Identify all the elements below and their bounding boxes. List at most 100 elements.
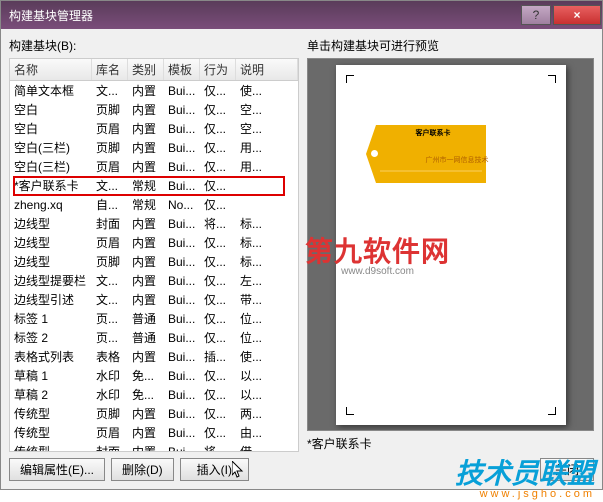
table-cell: 页脚 — [92, 139, 128, 156]
crop-mark-tr — [548, 75, 556, 83]
building-blocks-table[interactable]: 名称 库名 类别 模板 行为 说明 简单文本框文...内置Bui...仅...使… — [9, 58, 299, 452]
table-cell: 仅... — [200, 272, 236, 289]
table-cell: Bui... — [164, 84, 200, 98]
table-cell: 封面 — [92, 215, 128, 232]
table-cell: 标签 1 — [10, 310, 92, 327]
table-cell: Bui... — [164, 122, 200, 136]
help-button[interactable]: ? — [521, 5, 551, 25]
table-row[interactable]: 草稿 2水印免...Bui...仅...以... — [10, 385, 298, 404]
table-cell: 仅... — [200, 310, 236, 327]
delete-button[interactable]: 删除(D) — [111, 458, 174, 481]
edit-properties-button[interactable]: 编辑属性(E)... — [9, 458, 105, 481]
table-row[interactable]: 边线型页脚内置Bui...仅...标... — [10, 252, 298, 271]
table-header-row: 名称 库名 类别 模板 行为 说明 — [10, 59, 298, 81]
table-row[interactable]: *客户联系卡文...常规Bui...仅... — [10, 176, 298, 195]
table-cell: 页脚 — [92, 405, 128, 422]
table-row[interactable]: 传统型页眉内置Bui...仅...由... — [10, 423, 298, 442]
table-cell: Bui... — [164, 274, 200, 288]
table-cell: 内置 — [128, 348, 164, 365]
table-cell: Bui... — [164, 141, 200, 155]
table-row[interactable]: 表格式列表表格内置Bui...插...使... — [10, 347, 298, 366]
preview-label: 单击构建基块可进行预览 — [307, 37, 594, 54]
table-cell: 仅... — [200, 120, 236, 137]
table-row[interactable]: 边线型封面内置Bui...将...标... — [10, 214, 298, 233]
table-row[interactable]: 边线型引述文...内置Bui...仅...带... — [10, 290, 298, 309]
table-cell: 内置 — [128, 101, 164, 118]
insert-button-label: 插入(I) — [197, 463, 232, 477]
table-row[interactable]: 传统型封面内置Bui...将...借... — [10, 442, 298, 452]
table-cell: 草稿 2 — [10, 386, 92, 403]
table-cell: 空白 — [10, 120, 92, 137]
table-cell: 位... — [236, 310, 298, 327]
table-row[interactable]: 空白页脚内置Bui...仅...空... — [10, 100, 298, 119]
table-cell: 文... — [92, 177, 128, 194]
table-cell: 页脚 — [92, 101, 128, 118]
table-row[interactable]: 简单文本框文...内置Bui...仅...使... — [10, 81, 298, 100]
table-row[interactable]: 空白(三栏)页脚内置Bui...仅...用... — [10, 138, 298, 157]
table-cell: 空白(三栏) — [10, 139, 92, 156]
table-cell: 内置 — [128, 158, 164, 175]
table-cell: 普通 — [128, 329, 164, 346]
col-name[interactable]: 名称 — [10, 59, 92, 80]
table-cell: 内置 — [128, 139, 164, 156]
table-row[interactable]: 空白(三栏)页眉内置Bui...仅...用... — [10, 157, 298, 176]
table-cell: 将... — [200, 443, 236, 452]
table-cell: 仅... — [200, 405, 236, 422]
table-cell: Bui... — [164, 103, 200, 117]
table-cell: 带... — [236, 291, 298, 308]
table-cell: 仅... — [200, 367, 236, 384]
table-cell: Bui... — [164, 160, 200, 174]
table-cell: 仅... — [200, 424, 236, 441]
close-window-button[interactable]: × — [553, 5, 601, 25]
table-cell: 仅... — [200, 234, 236, 251]
table-cell: 仅... — [200, 139, 236, 156]
tag-title: 客户联系卡 — [416, 128, 451, 138]
table-cell: 空白 — [10, 101, 92, 118]
table-row[interactable]: 草稿 1水印免...Bui...仅...以... — [10, 366, 298, 385]
table-cell: 空... — [236, 120, 298, 137]
table-row[interactable]: 边线型提要栏文...内置Bui...仅...左... — [10, 271, 298, 290]
table-cell: 仅... — [200, 291, 236, 308]
button-row: 编辑属性(E)... 删除(D) 插入(I) — [9, 458, 299, 481]
table-cell: 两... — [236, 405, 298, 422]
table-cell: No... — [164, 198, 200, 212]
table-cell: Bui... — [164, 350, 200, 364]
titlebar[interactable]: 构建基块管理器 ? × — [1, 1, 602, 29]
table-cell: Bui... — [164, 179, 200, 193]
table-cell: 传统型 — [10, 443, 92, 452]
insert-button[interactable]: 插入(I) — [180, 458, 249, 481]
table-cell: Bui... — [164, 312, 200, 326]
table-cell: 边线型引述 — [10, 291, 92, 308]
col-behavior[interactable]: 行为 — [200, 59, 236, 80]
table-row[interactable]: zheng.xq自...常规No...仅... — [10, 195, 298, 214]
table-cell: 边线型 — [10, 234, 92, 251]
table-row[interactable]: 边线型页眉内置Bui...仅...标... — [10, 233, 298, 252]
table-row[interactable]: 空白页眉内置Bui...仅...空... — [10, 119, 298, 138]
table-row[interactable]: 标签 2页...普通Bui...仅...位... — [10, 328, 298, 347]
table-row[interactable]: 标签 1页...普通Bui...仅...位... — [10, 309, 298, 328]
table-cell: 传统型 — [10, 424, 92, 441]
crop-mark-bl — [346, 407, 354, 415]
table-cell: 仅... — [200, 177, 236, 194]
table-cell: 免... — [128, 367, 164, 384]
crop-mark-tl — [346, 75, 354, 83]
table-row[interactable]: 传统型页脚内置Bui...仅...两... — [10, 404, 298, 423]
table-cell: 免... — [128, 386, 164, 403]
table-cell: 内置 — [128, 120, 164, 137]
watermark-d9soft: 第九软件网 www.d9soft.com — [305, 230, 450, 277]
table-cell: 仅... — [200, 158, 236, 175]
table-cell: 文... — [92, 82, 128, 99]
table-cell: 内置 — [128, 405, 164, 422]
tag-subtitle: 广州市一网信息技术 — [426, 155, 489, 165]
table-cell: Bui... — [164, 388, 200, 402]
table-cell: 用... — [236, 158, 298, 175]
col-template[interactable]: 模板 — [164, 59, 200, 80]
tag-hole — [371, 150, 378, 157]
col-desc[interactable]: 说明 — [236, 59, 298, 80]
col-category[interactable]: 类别 — [128, 59, 164, 80]
table-body: 简单文本框文...内置Bui...仅...使...空白页脚内置Bui...仅..… — [10, 81, 298, 452]
table-cell: 仅... — [200, 386, 236, 403]
dialog-window: 构建基块管理器 ? × 构建基块(B): 名称 库名 类别 模板 行为 说明 简… — [0, 0, 603, 490]
table-cell: 页... — [92, 329, 128, 346]
col-library[interactable]: 库名 — [92, 59, 128, 80]
